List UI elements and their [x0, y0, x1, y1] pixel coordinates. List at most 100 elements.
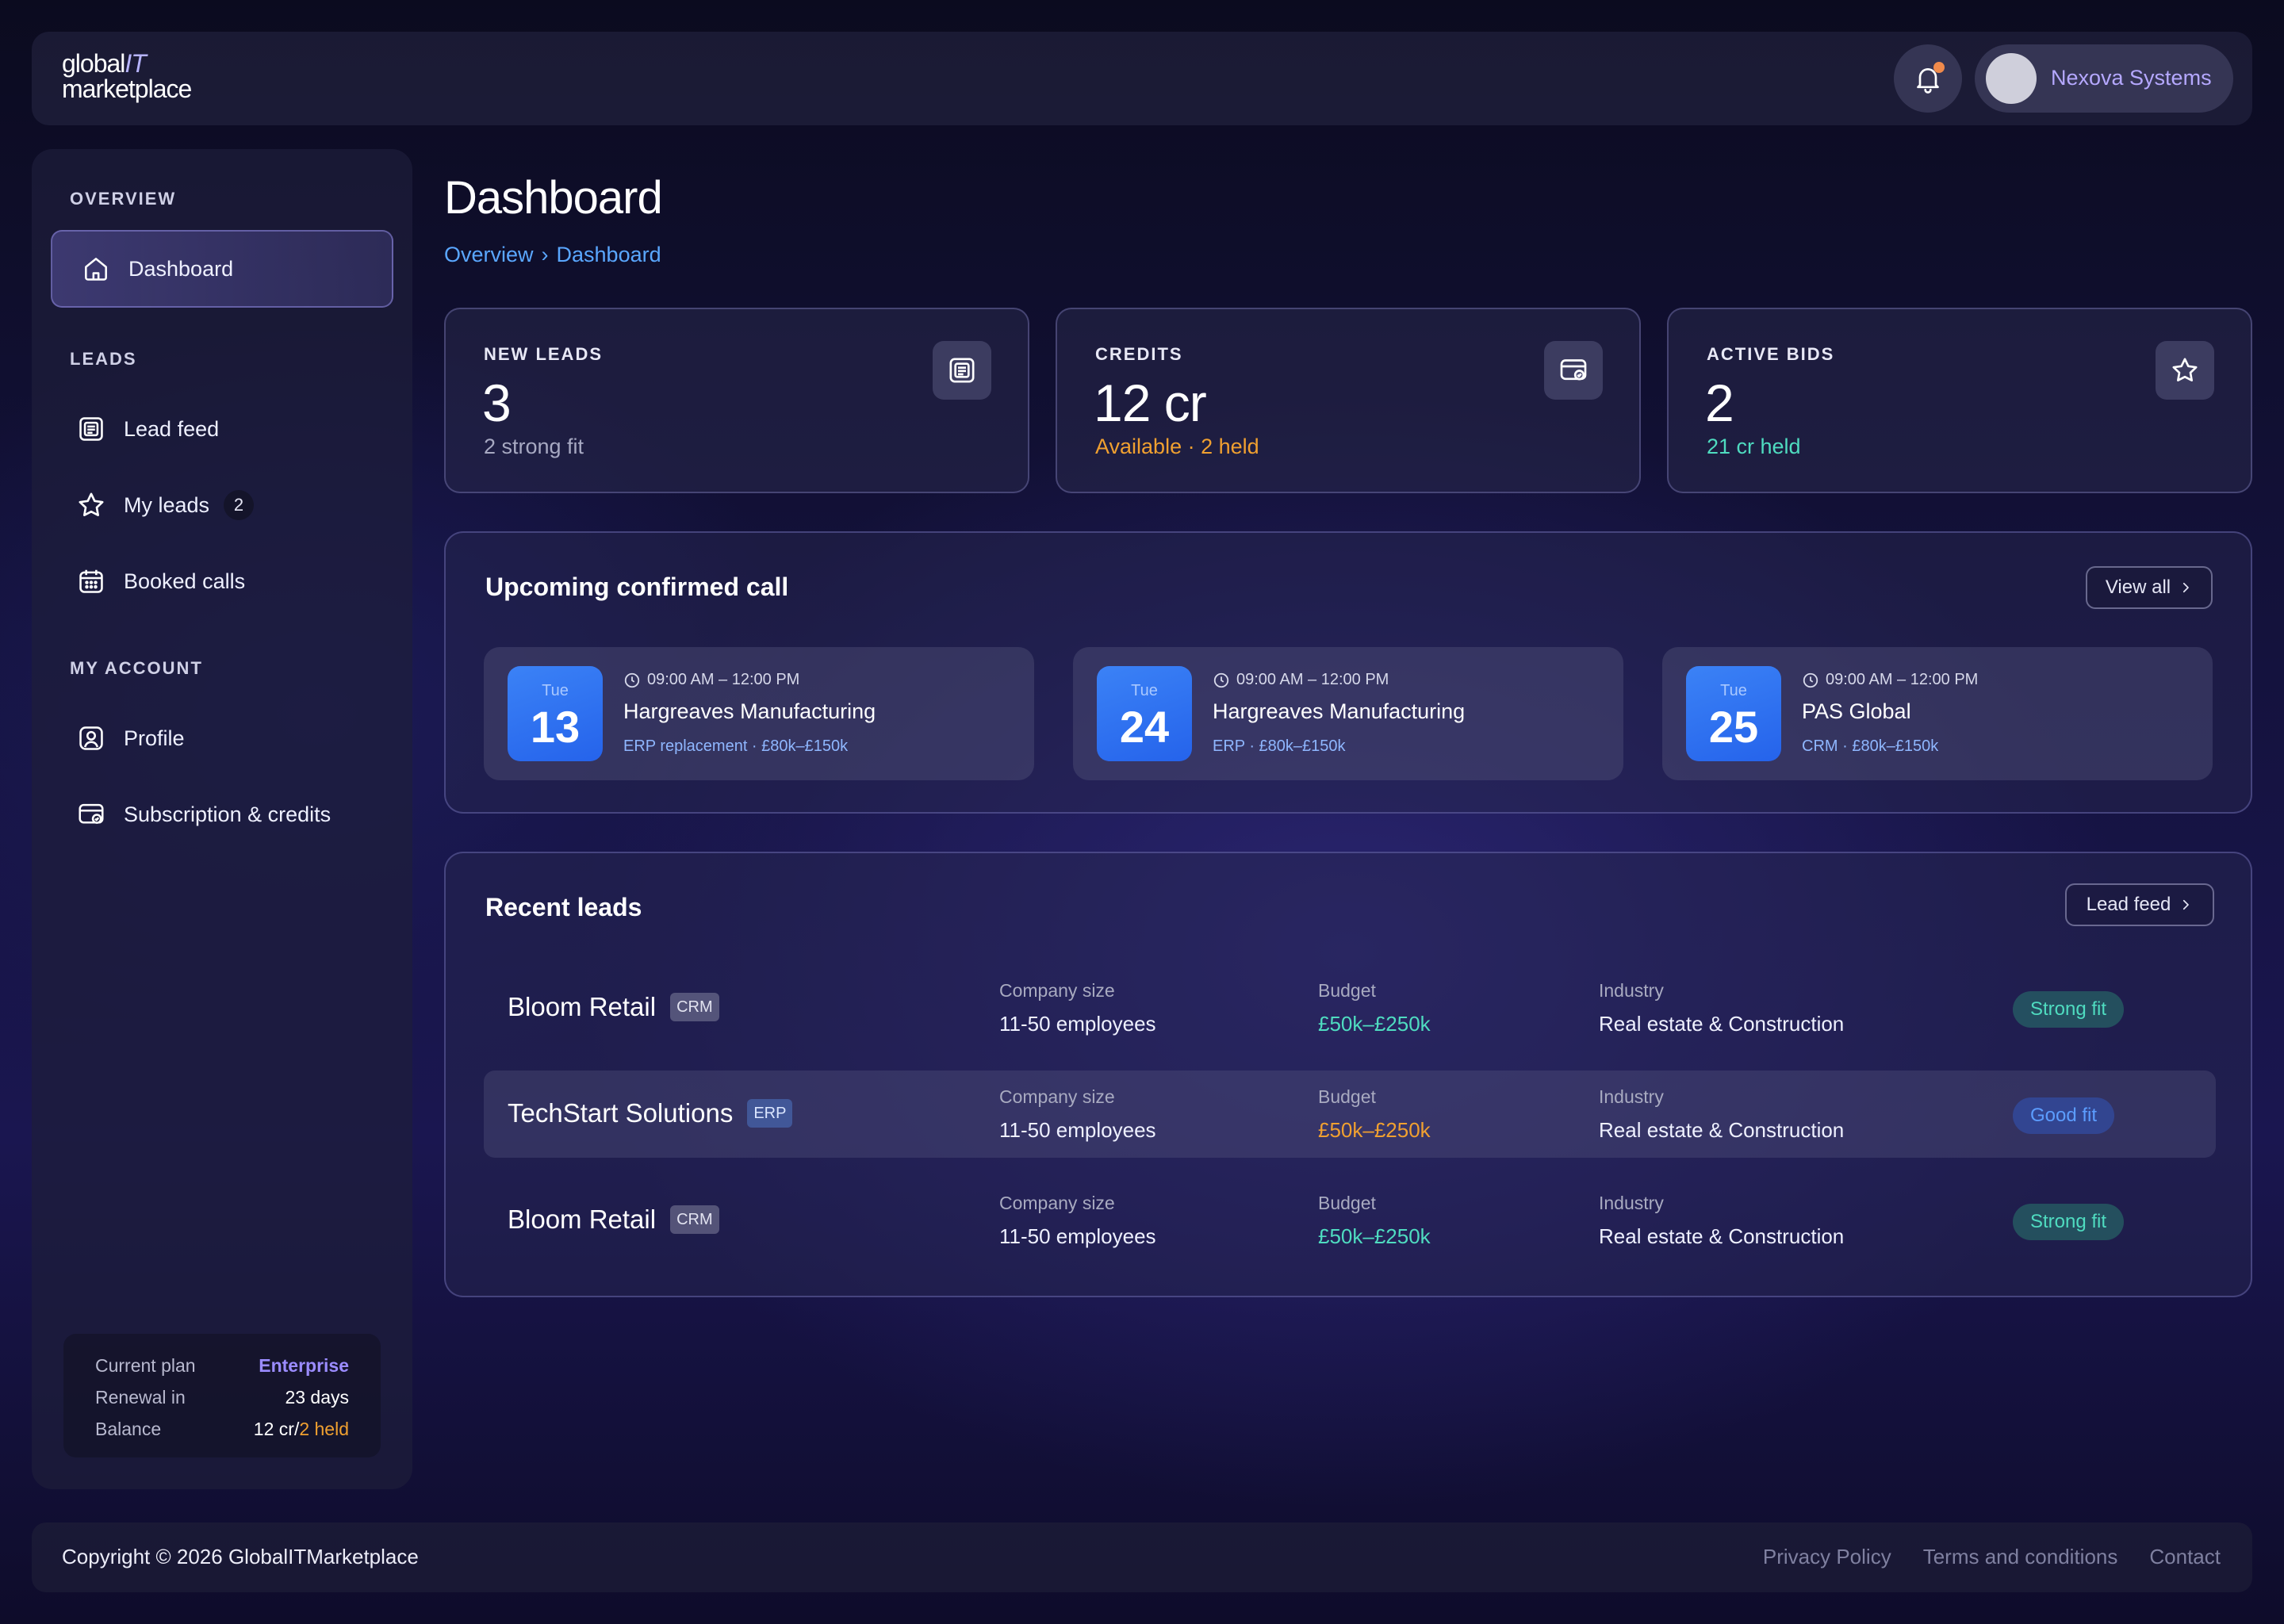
sidebar-item-label: My leads: [124, 492, 210, 517]
industry-value: Real estate & Construction: [1599, 1012, 1845, 1036]
call-card[interactable]: Tue 24 09:00 AM – 12:00 PM Hargreaves Ma…: [1073, 647, 1623, 780]
lead-feed-icon: [75, 412, 108, 446]
fit-badge: Good fit: [2013, 1097, 2115, 1134]
stat-card-credits[interactable]: CREDITS 12 cr Available · 2 held: [1056, 308, 1641, 493]
stat-label: NEW LEADS: [484, 344, 603, 364]
balance-credits: 12 cr: [253, 1418, 294, 1439]
call-date-badge: Tue 25: [1686, 666, 1781, 761]
call-card[interactable]: Tue 25 09:00 AM – 12:00 PM PAS Global CR…: [1662, 647, 2213, 780]
sidebar-heading-overview: OVERVIEW: [70, 189, 177, 209]
lead-name: Bloom Retail CRM: [508, 1205, 719, 1235]
star-icon: [75, 488, 108, 522]
logo-text-it: IT: [125, 49, 146, 78]
terms-link[interactable]: Terms and conditions: [1923, 1545, 2118, 1569]
sidebar-item-label: Lead feed: [124, 416, 220, 441]
company-size-label: Company size: [999, 1086, 1115, 1107]
table-row[interactable]: TechStart Solutions ERP Company size 11-5…: [484, 1071, 2216, 1158]
lead-company: Bloom Retail: [508, 1205, 657, 1234]
renewal-value: 23 days: [285, 1386, 349, 1408]
my-leads-count-badge: 2: [224, 490, 255, 520]
view-all-button[interactable]: View all: [2086, 566, 2213, 609]
sidebar-item-label: Booked calls: [124, 569, 246, 593]
stat-sub: Available · 2 held: [1095, 435, 1259, 458]
contact-link[interactable]: Contact: [2149, 1545, 2221, 1569]
stat-label: CREDITS: [1095, 344, 1183, 364]
call-time: 09:00 AM – 12:00 PM: [623, 671, 799, 689]
lead-feed-button[interactable]: Lead feed: [2065, 883, 2214, 926]
sidebar-item-label: Subscription & credits: [124, 802, 331, 826]
call-meta: ERP · £80k–£150k: [1213, 737, 1346, 755]
table-row[interactable]: Bloom Retail CRM Company size 11-50 emplo…: [484, 964, 2216, 1051]
budget-label: Budget: [1318, 1193, 1376, 1213]
user-menu[interactable]: Nexova Systems: [1975, 44, 2233, 113]
sidebar-heading-my-account: MY ACCOUNT: [70, 658, 203, 678]
clock-icon: [1803, 672, 1818, 688]
upcoming-calls-title: Upcoming confirmed call: [485, 573, 789, 601]
budget-label: Budget: [1318, 980, 1376, 1001]
sidebar-item-label: Dashboard: [128, 256, 234, 281]
budget-value: £50k–£250k: [1318, 1224, 1431, 1248]
budget-value: £50k–£250k: [1318, 1118, 1431, 1142]
call-time: 09:00 AM – 12:00 PM: [1802, 671, 1978, 689]
recent-leads-title: Recent leads: [485, 893, 642, 921]
stat-sub: 21 cr held: [1707, 435, 1801, 458]
industry-value: Real estate & Construction: [1599, 1224, 1845, 1248]
breadcrumb-overview[interactable]: Overview: [444, 243, 534, 267]
plan-key: Current plan: [95, 1354, 196, 1376]
chevron-right-icon: [2183, 582, 2189, 593]
sidebar-item-label: Profile: [124, 726, 185, 750]
industry-value: Real estate & Construction: [1599, 1118, 1845, 1142]
call-company: Hargreaves Manufacturing: [1213, 699, 1466, 723]
stat-value: 3: [482, 373, 512, 432]
stat-value: 2: [1705, 373, 1734, 432]
call-time-text: 09:00 AM – 12:00 PM: [647, 671, 800, 688]
sidebar-item-profile[interactable]: Profile: [75, 701, 392, 776]
logo-text-marketplace: marketplace: [62, 75, 192, 103]
stat-card-new-leads[interactable]: NEW LEADS 3 2 strong fit: [444, 308, 1029, 493]
lead-tag: ERP: [747, 1099, 793, 1128]
table-row[interactable]: Bloom Retail CRM Company size 11-50 emplo…: [484, 1177, 2216, 1264]
notifications-button[interactable]: [1894, 44, 1962, 113]
privacy-policy-link[interactable]: Privacy Policy: [1763, 1545, 1891, 1569]
call-company: Hargreaves Manufacturing: [623, 699, 876, 723]
balance-key: Balance: [95, 1418, 162, 1439]
calendar-icon: [75, 565, 108, 598]
call-day: 24: [1119, 702, 1170, 752]
breadcrumb-dashboard[interactable]: Dashboard: [557, 243, 661, 267]
fit-badge: Strong fit: [2013, 991, 2125, 1028]
company-size-label: Company size: [999, 1193, 1115, 1213]
notification-dot: [1933, 62, 1945, 73]
budget-label: Budget: [1318, 1086, 1376, 1107]
plan-summary: Current plan Enterprise Renewal in 23 da…: [63, 1334, 381, 1457]
plan-row-renewal: Renewal in 23 days: [95, 1381, 349, 1413]
lead-company: Bloom Retail: [508, 992, 657, 1021]
sidebar-item-my-leads[interactable]: My leads 2: [75, 468, 392, 542]
sidebar-item-dashboard[interactable]: Dashboard: [51, 230, 393, 308]
lead-feed-icon: [933, 341, 991, 400]
sidebar-heading-leads: LEADS: [70, 349, 137, 369]
clock-icon: [1213, 672, 1229, 688]
sidebar-item-booked-calls[interactable]: Booked calls: [75, 544, 392, 619]
company-size-label: Company size: [999, 980, 1115, 1001]
logo[interactable]: globalIT marketplace: [62, 51, 236, 102]
sidebar-item-subscription[interactable]: Subscription & credits: [75, 777, 408, 852]
company-size-value: 11-50 employees: [999, 1012, 1156, 1036]
stat-card-active-bids[interactable]: ACTIVE BIDS 2 21 cr held: [1667, 308, 2252, 493]
call-weekday: Tue: [1131, 682, 1158, 699]
lead-company: TechStart Solutions: [508, 1098, 734, 1128]
footer-links: Privacy Policy Terms and conditions Cont…: [1763, 1545, 2221, 1569]
company-size-value: 11-50 employees: [999, 1118, 1156, 1142]
call-weekday: Tue: [1720, 682, 1747, 699]
call-date-badge: Tue 13: [508, 666, 603, 761]
sidebar-item-lead-feed[interactable]: Lead feed: [75, 392, 392, 466]
clock-icon: [624, 672, 640, 688]
call-time-text: 09:00 AM – 12:00 PM: [1236, 671, 1389, 688]
chevron-right-icon: [2183, 899, 2190, 910]
profile-icon: [75, 722, 108, 755]
breadcrumb: Overview › Dashboard: [444, 243, 661, 267]
plan-row-current: Current plan Enterprise: [95, 1350, 349, 1381]
home-icon: [79, 252, 113, 285]
call-day: 13: [530, 702, 581, 752]
call-card[interactable]: Tue 13 09:00 AM – 12:00 PM Hargreaves Ma…: [484, 647, 1034, 780]
plan-value: Enterprise: [259, 1354, 349, 1376]
